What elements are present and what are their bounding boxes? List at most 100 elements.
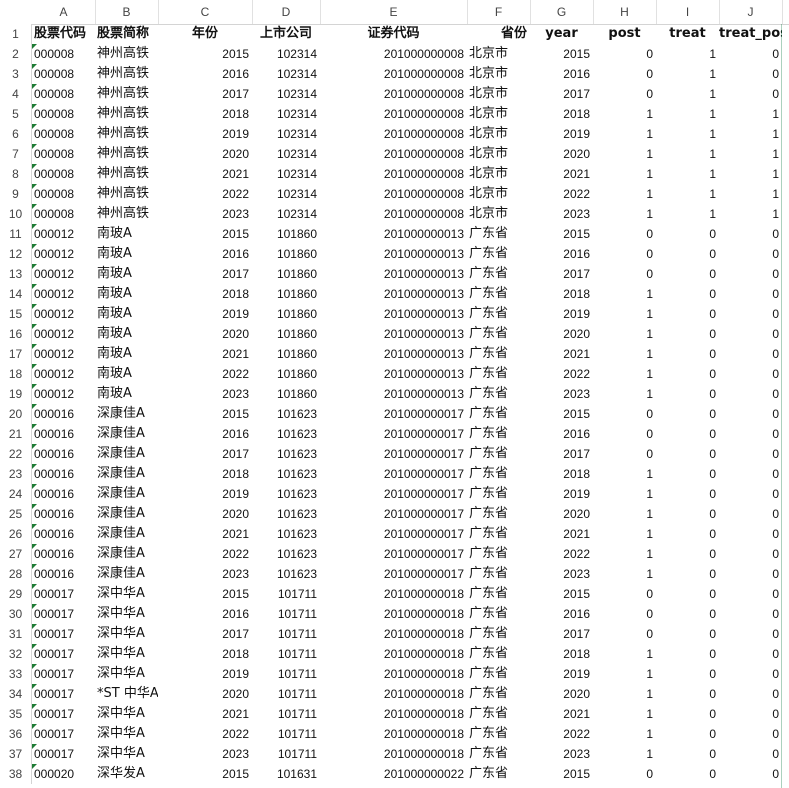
cell[interactable]: 1 (593, 344, 656, 364)
cell[interactable]: 101623 (252, 464, 320, 484)
cell[interactable]: 2016 (158, 604, 252, 624)
cell[interactable]: 2017 (530, 264, 593, 284)
column-header-E[interactable]: E (320, 0, 468, 24)
cell[interactable]: 2021 (158, 524, 252, 544)
cell[interactable]: 2017 (530, 624, 593, 644)
cell[interactable]: 000008 (32, 124, 95, 144)
cell[interactable]: 1 (656, 184, 719, 204)
cell[interactable]: 1 (593, 544, 656, 564)
cell[interactable]: 0 (719, 424, 782, 444)
cell[interactable]: 南玻A (95, 244, 158, 264)
cell[interactable]: 深康佳A (95, 424, 158, 444)
cell[interactable]: 201000000017 (320, 444, 467, 464)
column-header-I[interactable]: I (656, 0, 720, 24)
cell[interactable]: 广东省 (467, 444, 530, 464)
column-header-J[interactable]: J (719, 0, 783, 24)
cell[interactable]: 201000000017 (320, 464, 467, 484)
cell[interactable]: 0 (656, 664, 719, 684)
cell[interactable]: 深中华A (95, 704, 158, 724)
cell[interactable]: 102314 (252, 184, 320, 204)
cell[interactable]: 深康佳A (95, 404, 158, 424)
header-cell[interactable]: 省份 (467, 24, 530, 44)
cell[interactable]: 000012 (32, 324, 95, 344)
cell[interactable]: 2022 (158, 184, 252, 204)
cell[interactable]: 深康佳A (95, 484, 158, 504)
cell[interactable]: 201000000013 (320, 364, 467, 384)
cell[interactable]: 深中华A (95, 664, 158, 684)
cell[interactable]: 0 (593, 404, 656, 424)
cell[interactable]: 1 (719, 184, 782, 204)
cell[interactable]: 0 (656, 764, 719, 784)
cell[interactable]: 101623 (252, 504, 320, 524)
cell[interactable]: 2020 (530, 684, 593, 704)
cell[interactable]: 0 (719, 664, 782, 684)
cell[interactable]: 神州高铁 (95, 144, 158, 164)
column-header-H[interactable]: H (593, 0, 657, 24)
cell[interactable]: 0 (656, 224, 719, 244)
cell[interactable]: 201000000018 (320, 644, 467, 664)
cell[interactable]: 南玻A (95, 264, 158, 284)
cell[interactable]: 0 (656, 744, 719, 764)
cell[interactable]: 0 (656, 564, 719, 584)
cell[interactable]: 201000000017 (320, 544, 467, 564)
cell[interactable]: 000008 (32, 64, 95, 84)
cell[interactable]: 0 (656, 304, 719, 324)
cell[interactable]: 2020 (158, 324, 252, 344)
cell[interactable]: 南玻A (95, 344, 158, 364)
cell[interactable]: 1 (593, 644, 656, 664)
cell[interactable]: 2019 (530, 304, 593, 324)
cell[interactable]: 广东省 (467, 384, 530, 404)
column-header-B[interactable]: B (95, 0, 159, 24)
cell[interactable]: 101860 (252, 224, 320, 244)
cell[interactable]: 1 (656, 144, 719, 164)
cell[interactable]: 101860 (252, 304, 320, 324)
cell[interactable]: 北京市 (467, 124, 530, 144)
cell[interactable]: 201000000008 (320, 124, 467, 144)
cell[interactable]: 1 (719, 144, 782, 164)
cell[interactable]: 101623 (252, 544, 320, 564)
cell[interactable]: 0 (719, 324, 782, 344)
cell[interactable]: 神州高铁 (95, 124, 158, 144)
column-header-G[interactable]: G (530, 0, 594, 24)
cell[interactable]: 广东省 (467, 524, 530, 544)
cell[interactable]: 0 (719, 604, 782, 624)
cell[interactable]: 神州高铁 (95, 44, 158, 64)
cell[interactable]: 0 (656, 324, 719, 344)
cell[interactable]: 201000000018 (320, 624, 467, 644)
cell[interactable]: 2016 (530, 424, 593, 444)
cell[interactable]: 0 (656, 524, 719, 544)
cell[interactable]: 2015 (158, 44, 252, 64)
header-cell[interactable]: 股票简称 (95, 24, 158, 44)
cell[interactable]: 201000000008 (320, 44, 467, 64)
cell[interactable]: 北京市 (467, 64, 530, 84)
cell[interactable]: 南玻A (95, 324, 158, 344)
cell[interactable]: 201000000008 (320, 164, 467, 184)
cell[interactable]: 101711 (252, 584, 320, 604)
cell[interactable]: 201000000008 (320, 104, 467, 124)
cell[interactable]: 0 (593, 64, 656, 84)
cell[interactable]: 2019 (530, 664, 593, 684)
cell[interactable]: 2016 (158, 64, 252, 84)
cell[interactable]: 1 (719, 164, 782, 184)
cell[interactable]: 1 (593, 284, 656, 304)
spreadsheet[interactable]: ABCDEFGHIJ 1 股票代码 股票简称 年份 上市公司 证券代码 省份 year post… (0, 0, 789, 788)
cell[interactable]: 2015 (158, 764, 252, 784)
cell[interactable]: 广东省 (467, 604, 530, 624)
cell[interactable]: 广东省 (467, 304, 530, 324)
header-cell[interactable]: 证券代码 (320, 24, 467, 44)
cell[interactable]: 2015 (530, 404, 593, 424)
cell[interactable]: 0 (719, 444, 782, 464)
cell[interactable]: 2016 (530, 64, 593, 84)
cell[interactable]: 神州高铁 (95, 184, 158, 204)
cell[interactable]: 2017 (530, 84, 593, 104)
cell[interactable]: 1 (593, 744, 656, 764)
cell[interactable]: 1 (656, 204, 719, 224)
cell[interactable]: 000020 (32, 764, 95, 784)
cell[interactable]: 2020 (530, 144, 593, 164)
cell[interactable]: 神州高铁 (95, 204, 158, 224)
cell[interactable]: 0 (719, 84, 782, 104)
column-header-F[interactable]: F (467, 0, 531, 24)
cell[interactable]: 201000000008 (320, 64, 467, 84)
cell[interactable]: 0 (719, 464, 782, 484)
cell[interactable]: 201000000008 (320, 204, 467, 224)
